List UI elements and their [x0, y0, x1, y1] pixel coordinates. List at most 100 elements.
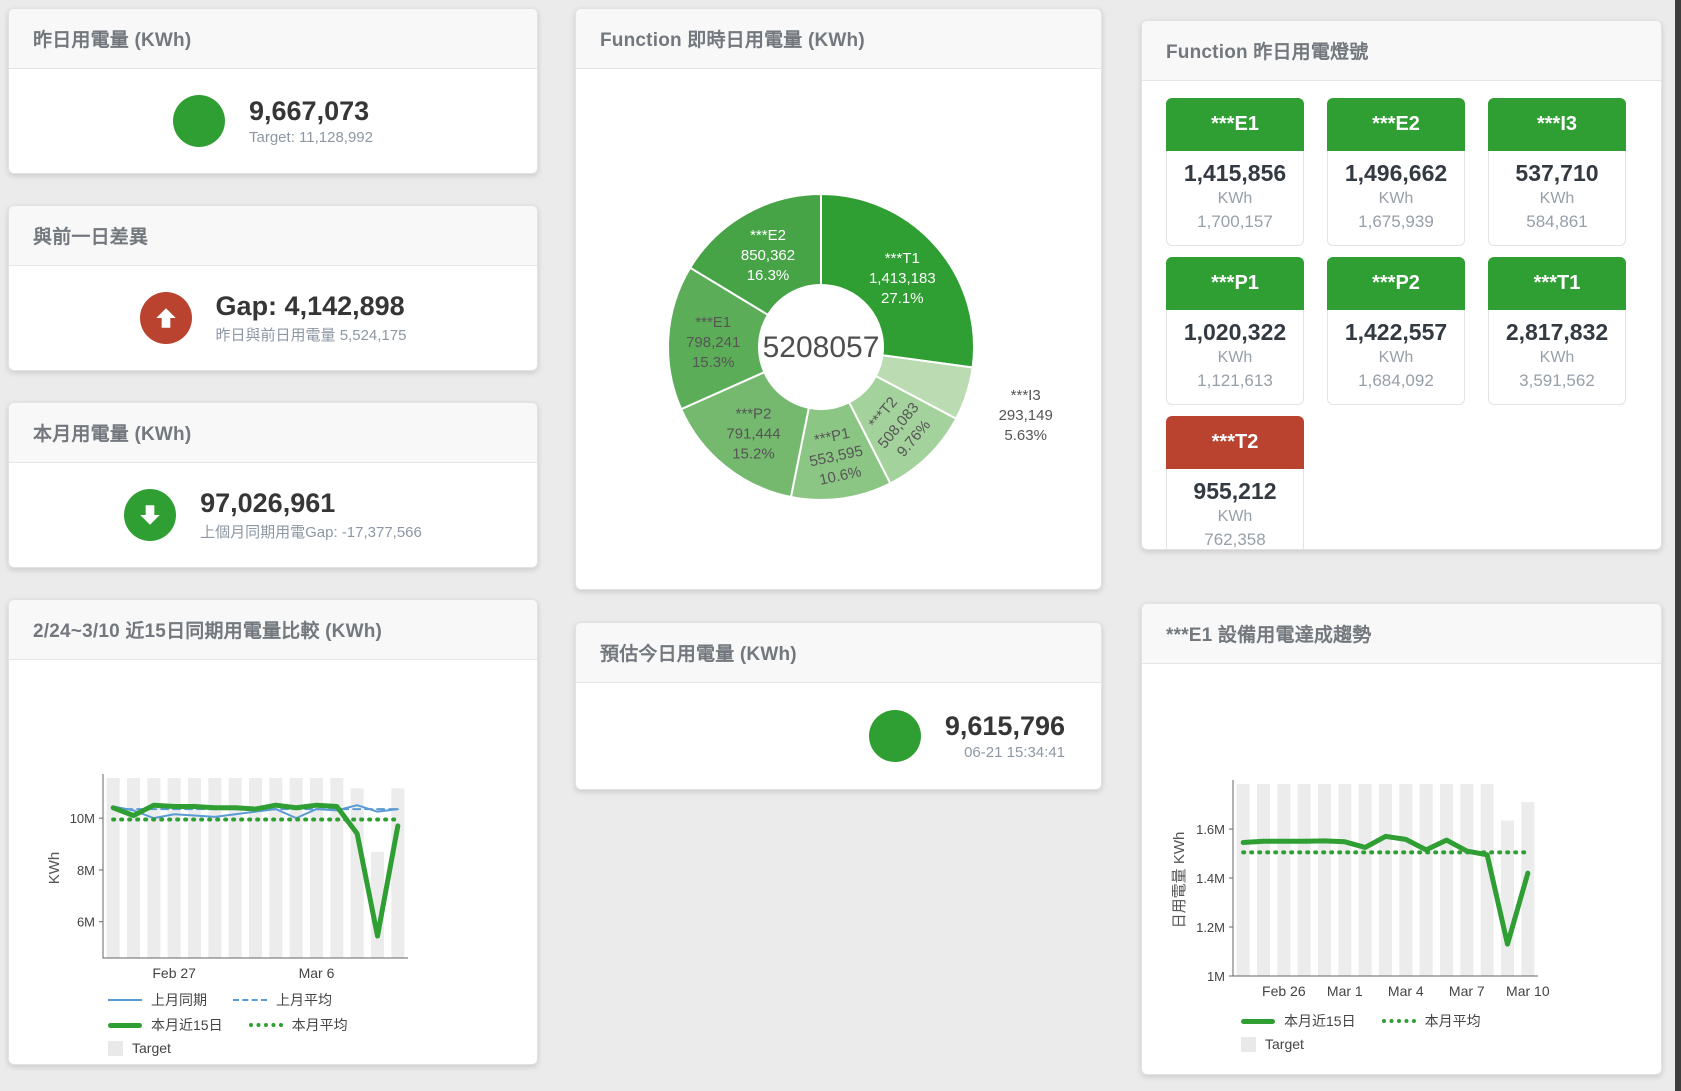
- tile-value: 1,020,322: [1167, 319, 1303, 346]
- tile-target-value: 1,675,939: [1328, 210, 1464, 234]
- y-tick-label: 1.4M: [1196, 871, 1225, 886]
- card-title: 預估今日用電量 (KWh): [600, 639, 797, 666]
- card-body: 9,615,796 06-21 15:34:41: [576, 683, 1101, 789]
- status-circle-icon: [173, 95, 225, 147]
- card-body: 97,026,961 上個月同期用電Gap: -17,377,566: [9, 463, 537, 567]
- tile-value: 2,817,832: [1489, 319, 1625, 346]
- target-bar: [391, 788, 404, 958]
- card-title: ***E1 設備用電達成趨勢: [1166, 620, 1372, 647]
- legend-item-本月平均[interactable]: 本月平均: [1382, 1011, 1481, 1031]
- card-title: 本月用電量 (KWh): [33, 419, 191, 446]
- kpi-text: Gap: 4,142,898 昨日與前日用電量 5,524,175: [216, 291, 407, 345]
- tile-body: 955,212KWh762,358: [1166, 469, 1304, 550]
- donut-center-total: 5208057: [763, 331, 880, 364]
- tile-unit: KWh: [1167, 505, 1303, 528]
- legend-row: 上月同期 上月平均: [108, 990, 374, 1010]
- tile-unit: KWh: [1167, 346, 1303, 369]
- target-bar: [107, 778, 120, 958]
- legend-label: 上月平均: [276, 990, 332, 1010]
- tile-body: 1,496,662KWh1,675,939: [1327, 151, 1465, 246]
- legend-label: 本月平均: [1425, 1011, 1481, 1031]
- status-tile-grid: ***E11,415,856KWh1,700,157***E21,496,662…: [1166, 98, 1626, 550]
- kpi-value: 9,615,796: [945, 711, 1065, 741]
- card-body: 9,667,073 Target: 11,128,992: [9, 69, 537, 173]
- card-header: 2/24~3/10 近15日同期用電量比較 (KWh): [9, 600, 537, 660]
- card-header: 預估今日用電量 (KWh): [576, 623, 1101, 683]
- tile-label: ***E1: [1166, 98, 1304, 151]
- daily-usage-donut-chart[interactable]: ***T11,413,18327.1%***I3293,1495.63%***T…: [576, 69, 1102, 590]
- legend-label: 本月平均: [292, 1015, 348, 1035]
- month-usage-card: 本月用電量 (KWh) 97,026,961 上個月同期用電Gap: -17,3…: [8, 402, 538, 568]
- tile-value: 1,496,662: [1328, 160, 1464, 187]
- up-arrow-icon: [140, 292, 192, 344]
- e1-trend-line-chart[interactable]: 1M1.2M1.4M1.6MFeb 26Mar 1Mar 4Mar 7Mar 1…: [1142, 664, 1662, 1004]
- card-title: Function 昨日用電燈號: [1166, 37, 1368, 64]
- y-tick-label: 8M: [77, 863, 95, 878]
- kpi-subtitle: Target: 11,128,992: [249, 129, 373, 146]
- legend-item-Target[interactable]: Target: [1241, 1036, 1304, 1052]
- tile-body: 2,817,832KWh3,591,562: [1488, 310, 1626, 405]
- status-tile-E2: ***E21,496,662KWh1,675,939: [1327, 98, 1465, 246]
- target-bar: [1277, 784, 1290, 976]
- tile-target-value: 1,700,157: [1167, 210, 1303, 234]
- card-title: 與前一日差異: [33, 222, 148, 249]
- target-bar: [1338, 784, 1351, 976]
- legend-item-Target[interactable]: Target: [108, 1040, 171, 1056]
- chart-area: 6M8M10MFeb 27Mar 6KWh 上月同期 上月平均本月近15日 本月平均…: [9, 660, 537, 1064]
- legend-item-本月平均[interactable]: 本月平均: [249, 1015, 348, 1035]
- card-header: 與前一日差異: [9, 206, 537, 266]
- vertical-scrollbar[interactable]: [1675, 0, 1681, 1091]
- tile-target-value: 1,121,613: [1167, 369, 1303, 393]
- donut-slice-label: ***I3293,1495.63%: [999, 387, 1053, 444]
- legend-item-上月同期[interactable]: 上月同期: [108, 990, 207, 1010]
- card-title: 2/24~3/10 近15日同期用電量比較 (KWh): [33, 616, 382, 643]
- tile-label: ***T1: [1488, 257, 1626, 310]
- legend-label: 本月近15日: [1284, 1011, 1356, 1031]
- legend-swatch-icon: [249, 1023, 283, 1027]
- legend-row: Target: [108, 1040, 374, 1056]
- status-tile-T1: ***T12,817,832KWh3,591,562: [1488, 257, 1626, 405]
- card-header: ***E1 設備用電達成趨勢: [1142, 604, 1661, 664]
- legend-label: 上月同期: [151, 990, 207, 1010]
- x-tick-label: Feb 26: [1262, 983, 1306, 999]
- legend-item-本月近15日[interactable]: 本月近15日: [108, 1015, 223, 1035]
- kpi-subtitle: 06-21 15:34:41: [945, 744, 1065, 761]
- target-bar: [1460, 784, 1473, 976]
- compare-chart-legend: 上月同期 上月平均本月近15日 本月平均 Target: [108, 990, 374, 1061]
- tile-label: ***P1: [1166, 257, 1304, 310]
- tile-body: 537,710KWh584,861: [1488, 151, 1626, 246]
- compare-line-chart[interactable]: 6M8M10MFeb 27Mar 6KWh: [9, 660, 538, 990]
- target-bar: [1237, 784, 1250, 976]
- tile-target-value: 1,684,092: [1328, 369, 1464, 393]
- e1-trend-card: ***E1 設備用電達成趨勢 1M1.2M1.4M1.6MFeb 26Mar 1…: [1141, 603, 1662, 1075]
- card-header: 本月用電量 (KWh): [9, 403, 537, 463]
- kpi-subtitle: 昨日與前日用電量 5,524,175: [216, 324, 407, 345]
- y-axis-label: 日用電量 KWh: [1171, 832, 1188, 929]
- tile-unit: KWh: [1328, 187, 1464, 210]
- x-tick-label: Mar 4: [1388, 983, 1424, 999]
- tile-value: 1,422,557: [1328, 319, 1464, 346]
- compare-chart-card: 2/24~3/10 近15日同期用電量比較 (KWh) 6M8M10MFeb 2…: [8, 599, 538, 1065]
- x-tick-label: Feb 27: [152, 965, 196, 981]
- card-title: Function 即時日用電量 (KWh): [600, 25, 865, 52]
- legend-label: 本月近15日: [151, 1015, 223, 1035]
- tile-body: 1,415,856KWh1,700,157: [1166, 151, 1304, 246]
- card-header: Function 即時日用電量 (KWh): [576, 9, 1101, 69]
- status-circle-icon: [869, 710, 921, 762]
- legend-swatch-icon: [108, 1023, 142, 1028]
- status-tile-T2: ***T2955,212KWh762,358: [1166, 416, 1304, 550]
- legend-item-上月平均[interactable]: 上月平均: [233, 990, 332, 1010]
- tile-label: ***E2: [1327, 98, 1465, 151]
- chart-area: 1M1.2M1.4M1.6MFeb 26Mar 1Mar 4Mar 7Mar 1…: [1142, 664, 1661, 1074]
- card-body: Gap: 4,142,898 昨日與前日用電量 5,524,175: [9, 266, 537, 370]
- legend-item-本月近15日[interactable]: 本月近15日: [1241, 1011, 1356, 1031]
- tile-value: 1,415,856: [1167, 160, 1303, 187]
- legend-row: 本月近15日 本月平均: [1241, 1011, 1507, 1031]
- target-bar: [127, 778, 140, 958]
- card-header: Function 昨日用電燈號: [1142, 21, 1661, 81]
- legend-row: Target: [1241, 1036, 1507, 1052]
- card-title: 昨日用電量 (KWh): [33, 25, 191, 52]
- tile-target-value: 762,358: [1167, 528, 1303, 550]
- target-bar: [1440, 784, 1453, 976]
- target-bar: [1257, 784, 1270, 976]
